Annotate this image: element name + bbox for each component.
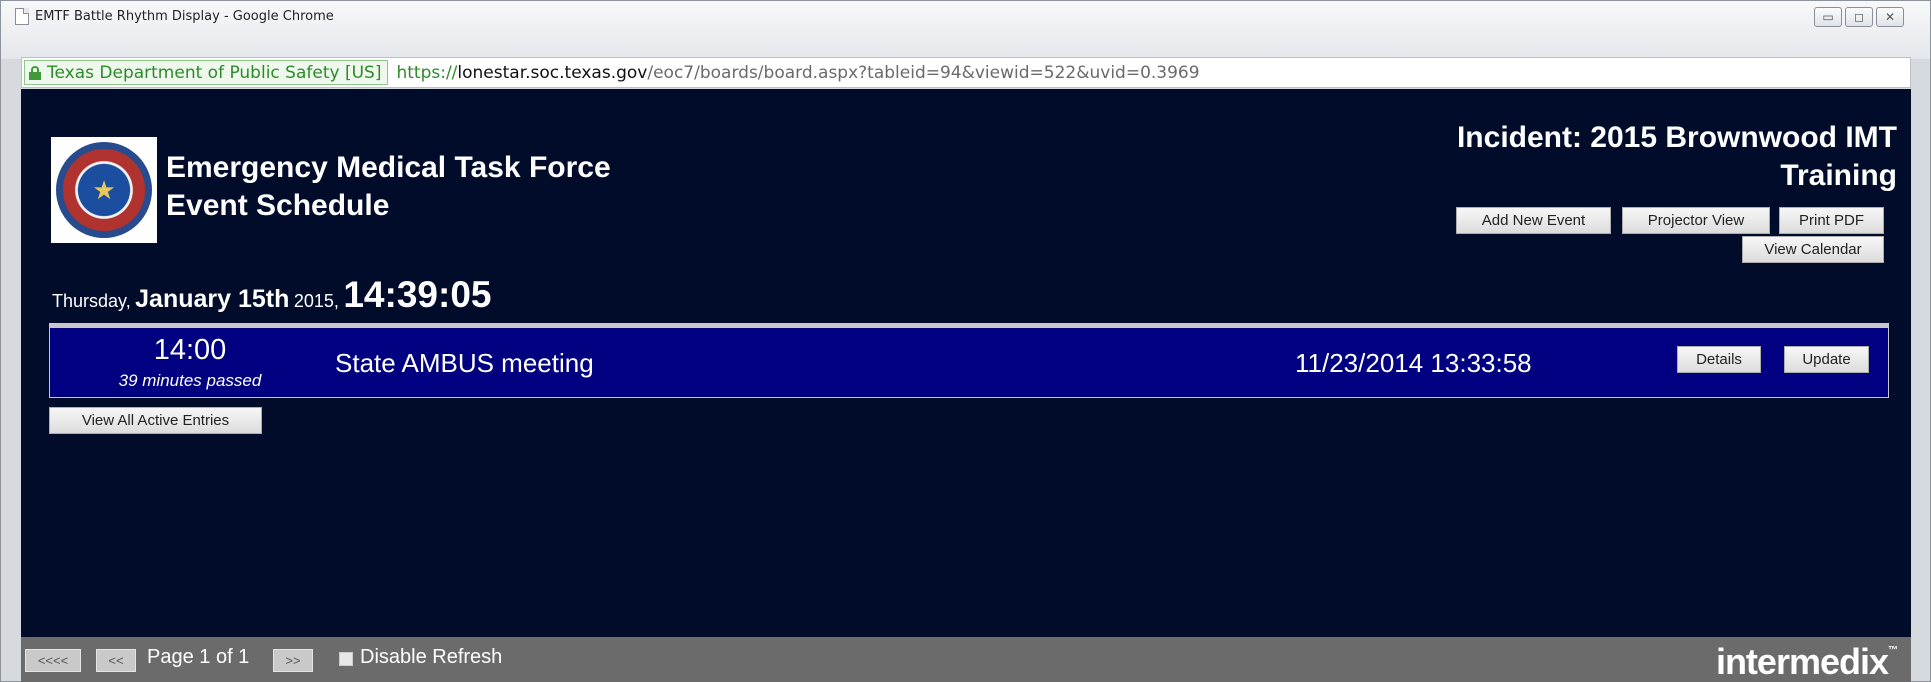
intermedix-logo: intermedix™ (1715, 641, 1898, 682)
security-indicator[interactable]: Texas Department of Public Safety [US] (24, 60, 389, 85)
title-bar: EMTF Battle Rhythm Display - Google Chro… (1, 1, 1930, 59)
url-host: lonestar.soc.texas.gov (457, 62, 648, 83)
event-name: State AMBUS meeting (335, 348, 594, 378)
page-icon (15, 8, 29, 25)
clock: 14:39:05 (343, 274, 492, 315)
year: 2015, (293, 291, 339, 311)
event-time: 14:00 (153, 334, 227, 366)
seal-logo (56, 142, 152, 238)
footer-bar: <<<< << Page 1 of 1 >> Disable Refresh i… (21, 637, 1911, 682)
projector-view-button[interactable]: Projector View (1622, 207, 1770, 234)
current-datetime: Thursday, January 15th 2015, 14:39:05 (52, 274, 491, 316)
title-row: EMTF Battle Rhythm Display - Google Chro… (1, 1, 1930, 32)
address-bar[interactable]: Texas Department of Public Safety [US] h… (21, 57, 1911, 88)
brand-text: intermedix (1715, 641, 1889, 682)
lock-icon (29, 65, 41, 80)
incident-title: Incident: 2015 Brownwood IMT Training (1337, 119, 1897, 195)
security-label: Texas Department of Public Safety [US] (47, 62, 382, 83)
event-status: 39 minutes passed (118, 371, 262, 390)
incident-line-2: Training (1780, 159, 1897, 192)
page-indicator: Page 1 of 1 (147, 646, 250, 668)
event-updated: 11/23/2014 13:33:58 (1295, 348, 1532, 378)
prev-page-button[interactable]: << (96, 649, 136, 672)
minimize-button[interactable]: ▭ (1814, 7, 1842, 27)
brand-trademark: ™ (1888, 645, 1898, 656)
table-row: 14:00 39 minutes passed State AMBUS meet… (49, 328, 1889, 398)
add-new-event-button[interactable]: Add New Event (1456, 207, 1611, 234)
incident-line-1: Incident: 2015 Brownwood IMT (1456, 121, 1897, 154)
details-button[interactable]: Details (1677, 346, 1761, 373)
window-controls: ▭ ◻ ✕ (1814, 7, 1904, 27)
url-path: /eoc7/boards/board.aspx?tableid=94&viewi… (647, 62, 1200, 83)
event-board: Emergency Medical Task Force Event Sched… (21, 89, 1911, 637)
title-line-1: Emergency Medical Task Force (166, 151, 611, 184)
browser-window: EMTF Battle Rhythm Display - Google Chro… (0, 0, 1931, 682)
url-scheme: https:// (396, 62, 458, 83)
print-pdf-button[interactable]: Print PDF (1779, 207, 1884, 234)
url-text[interactable]: https://lonestar.soc.texas.gov/eoc7/boar… (396, 63, 1199, 83)
window-title: EMTF Battle Rhythm Display - Google Chro… (35, 9, 334, 24)
agency-logo (51, 137, 157, 243)
disable-refresh-label: Disable Refresh (360, 646, 503, 668)
view-calendar-button[interactable]: View Calendar (1742, 236, 1884, 263)
maximize-button[interactable]: ◻ (1845, 7, 1873, 27)
first-page-button[interactable]: <<<< (25, 649, 81, 672)
disable-refresh-checkbox[interactable] (339, 652, 353, 666)
next-page-button[interactable]: >> (273, 649, 313, 672)
close-button[interactable]: ✕ (1876, 7, 1904, 27)
page-title: Emergency Medical Task Force Event Sched… (166, 149, 611, 225)
update-button[interactable]: Update (1784, 346, 1869, 373)
date: January 15th (135, 285, 290, 313)
title-line-2: Event Schedule (166, 189, 390, 222)
weekday: Thursday, (52, 291, 131, 311)
view-all-active-button[interactable]: View All Active Entries (49, 407, 262, 434)
